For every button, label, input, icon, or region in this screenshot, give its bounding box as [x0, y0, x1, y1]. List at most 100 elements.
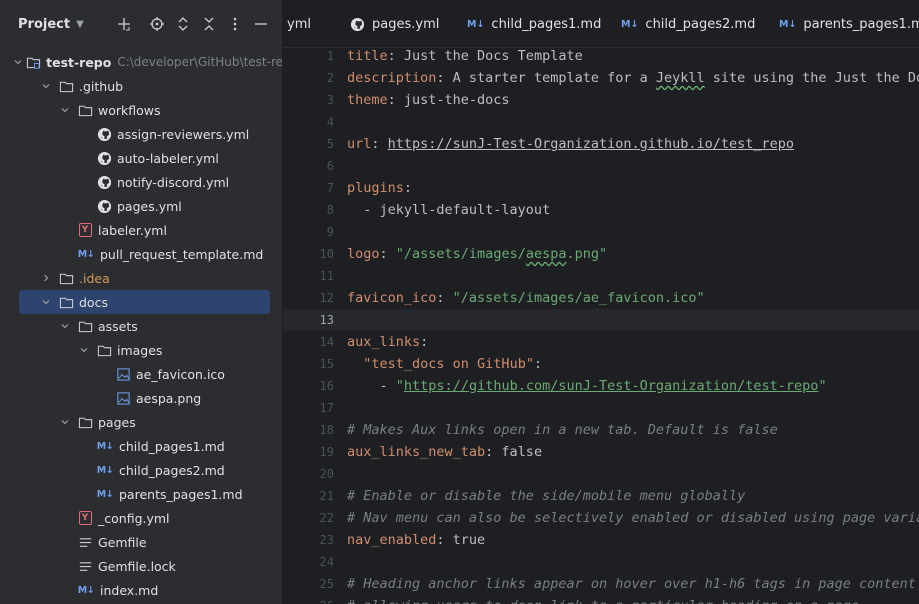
tree-item[interactable]: assets — [0, 314, 282, 338]
chevron-down-icon[interactable] — [58, 415, 72, 429]
code-line[interactable]: 16 - "https://github.com/sunJ-Test-Organ… — [283, 375, 919, 397]
tree-item[interactable]: auto-labeler.yml — [0, 146, 282, 170]
tree-item[interactable]: docs — [0, 290, 282, 314]
tree-item[interactable]: M↓ child_pages2.md — [0, 458, 282, 482]
code-token: "/assets/images/ae_favicon.ico" — [452, 290, 705, 306]
code-line[interactable]: 1 title: Just the Docs Template — [283, 45, 919, 67]
code-text: aux_links_new_tab: false — [347, 444, 542, 460]
tree-item[interactable]: assign-reviewers.yml — [0, 122, 282, 146]
code-token: : — [533, 356, 543, 372]
code-line[interactable]: 3 theme: just-the-docs — [283, 89, 919, 111]
code-line[interactable]: 17 — [283, 397, 919, 419]
code-line[interactable]: 26 # allowing users to deep link to a par… — [283, 595, 919, 604]
markdown-file-icon: M↓ — [96, 440, 114, 452]
editor-tab[interactable]: M↓ child_pages1.md — [467, 0, 601, 48]
project-title[interactable]: Project — [18, 17, 70, 32]
code-line[interactable]: 8 - jekyll-default-layout — [283, 199, 919, 221]
image-file-icon — [115, 390, 131, 406]
chevron-down-icon[interactable] — [58, 103, 72, 117]
code-line[interactable]: 22 # Nav menu can also be selectively ena… — [283, 507, 919, 529]
tree-item-label: Gemfile.lock — [98, 558, 176, 574]
code-line[interactable]: 24 — [283, 551, 919, 573]
chevron-down-icon[interactable]: ▼ — [76, 19, 84, 30]
code-token: : — [436, 290, 453, 306]
tree-item[interactable]: aespa.png — [0, 386, 282, 410]
code-text: description: A starter template for a Je… — [347, 70, 919, 86]
tree-item[interactable]: Gemfile — [0, 530, 282, 554]
tree-item[interactable]: pages — [0, 410, 282, 434]
code-line[interactable]: 12 favicon_ico: "/assets/images/ae_favico… — [283, 287, 919, 309]
code-line[interactable]: 15 "test_docs on GitHub": — [283, 353, 919, 375]
code-line[interactable]: 9 — [283, 221, 919, 243]
code-line[interactable]: 18 # Makes Aux links open in a new tab. D… — [283, 419, 919, 441]
code-text: # allowing users to deep link to a parti… — [347, 598, 867, 604]
tree-item[interactable]: Y _config.yml — [0, 506, 282, 530]
code-line[interactable]: 19 aux_links_new_tab: false — [283, 441, 919, 463]
code-token: # Heading anchor links appear on hover o… — [347, 576, 916, 592]
code-token: : — [420, 334, 429, 350]
line-number: 14 — [319, 335, 334, 349]
chevron-down-icon[interactable] — [39, 79, 53, 93]
tree-item[interactable]: M↓ parents_pages1.md — [0, 482, 282, 506]
tree-item[interactable]: Ylabeler.yml — [0, 218, 282, 242]
chevron-down-icon[interactable] — [13, 55, 23, 69]
markdown-file-icon: M↓ — [96, 488, 114, 500]
chevron-down-icon[interactable] — [39, 295, 53, 309]
tree-item[interactable]: M↓ child_pages1.md — [0, 434, 282, 458]
code-line[interactable]: 20 — [283, 463, 919, 485]
locate-file-icon[interactable] — [147, 13, 167, 35]
tree-item[interactable]: images — [0, 338, 282, 362]
tree-item-label: Gemfile — [98, 534, 147, 550]
code-token: # Makes Aux links open in a new tab. Def… — [347, 422, 778, 438]
more-options-icon[interactable] — [225, 13, 245, 35]
editor-tab[interactable]: M↓ parents_pages1.md — [779, 0, 919, 48]
code-line[interactable]: 6 — [283, 155, 919, 177]
code-line[interactable]: 11 — [283, 265, 919, 287]
tree-item-label: test-repo — [46, 54, 112, 70]
tree-item[interactable]: ae_favicon.ico — [0, 362, 282, 386]
code-line[interactable]: 7 plugins: — [283, 177, 919, 199]
code-line[interactable]: 21 # Enable or disable the side/mobile me… — [283, 485, 919, 507]
tree-item[interactable]: Gemfile.lock — [0, 554, 282, 578]
code-line[interactable]: 23 nav_enabled: true — [283, 529, 919, 551]
yaml-file-icon: Y — [77, 510, 93, 526]
tree-item[interactable]: M↓ index.md — [0, 578, 282, 602]
tree-item[interactable]: workflows — [0, 98, 282, 122]
code-line[interactable]: 25 # Heading anchor links appear on hover… — [283, 573, 919, 595]
code-token: - jekyll-default-layout — [347, 202, 551, 218]
code-line[interactable]: 5 url: https://sunJ-Test-Organization.git… — [283, 133, 919, 155]
tree-item[interactable]: notify-discord.yml — [0, 170, 282, 194]
expand-all-icon[interactable] — [173, 13, 193, 35]
collapse-all-icon[interactable] — [199, 13, 219, 35]
code-line[interactable]: 2 description: A starter template for a J… — [283, 67, 919, 89]
code-line[interactable]: 14 aux_links: — [283, 331, 919, 353]
tree-item-label: aespa.png — [136, 390, 202, 406]
line-number: 5 — [326, 137, 334, 151]
code-line[interactable]: 10 logo: "/assets/images/aespa.png" — [283, 243, 919, 265]
add-icon[interactable] — [114, 13, 134, 35]
code-text: # Enable or disable the side/mobile menu… — [347, 488, 745, 504]
image-file-icon — [115, 366, 131, 382]
tree-item[interactable]: test-repo C:\developer\GitHub\test-re — [0, 50, 282, 74]
tree-item[interactable]: .idea — [0, 266, 282, 290]
folder-icon — [77, 318, 93, 334]
code-line[interactable]: 13 — [283, 309, 919, 331]
chevron-down-icon[interactable] — [77, 343, 91, 357]
line-number: 26 — [283, 599, 334, 604]
chevron-down-icon[interactable] — [58, 319, 72, 333]
tree-item[interactable]: M↓ pull_request_template.md — [0, 242, 282, 266]
editor-tab-label: yml — [287, 16, 311, 32]
tree-item[interactable]: .github — [0, 74, 282, 98]
editor-tab[interactable]: pages.yml — [350, 0, 439, 48]
minimize-icon[interactable] — [251, 13, 271, 35]
code-line[interactable]: 4 — [283, 111, 919, 133]
folder-icon — [77, 102, 93, 118]
editor-tab[interactable]: M↓ child_pages2.md — [621, 0, 755, 48]
code-text: - jekyll-default-layout — [347, 202, 550, 218]
editor-tab[interactable]: yml — [287, 0, 311, 48]
chevron-right-icon[interactable] — [39, 271, 53, 285]
tree-item[interactable]: pages.yml — [0, 194, 282, 218]
